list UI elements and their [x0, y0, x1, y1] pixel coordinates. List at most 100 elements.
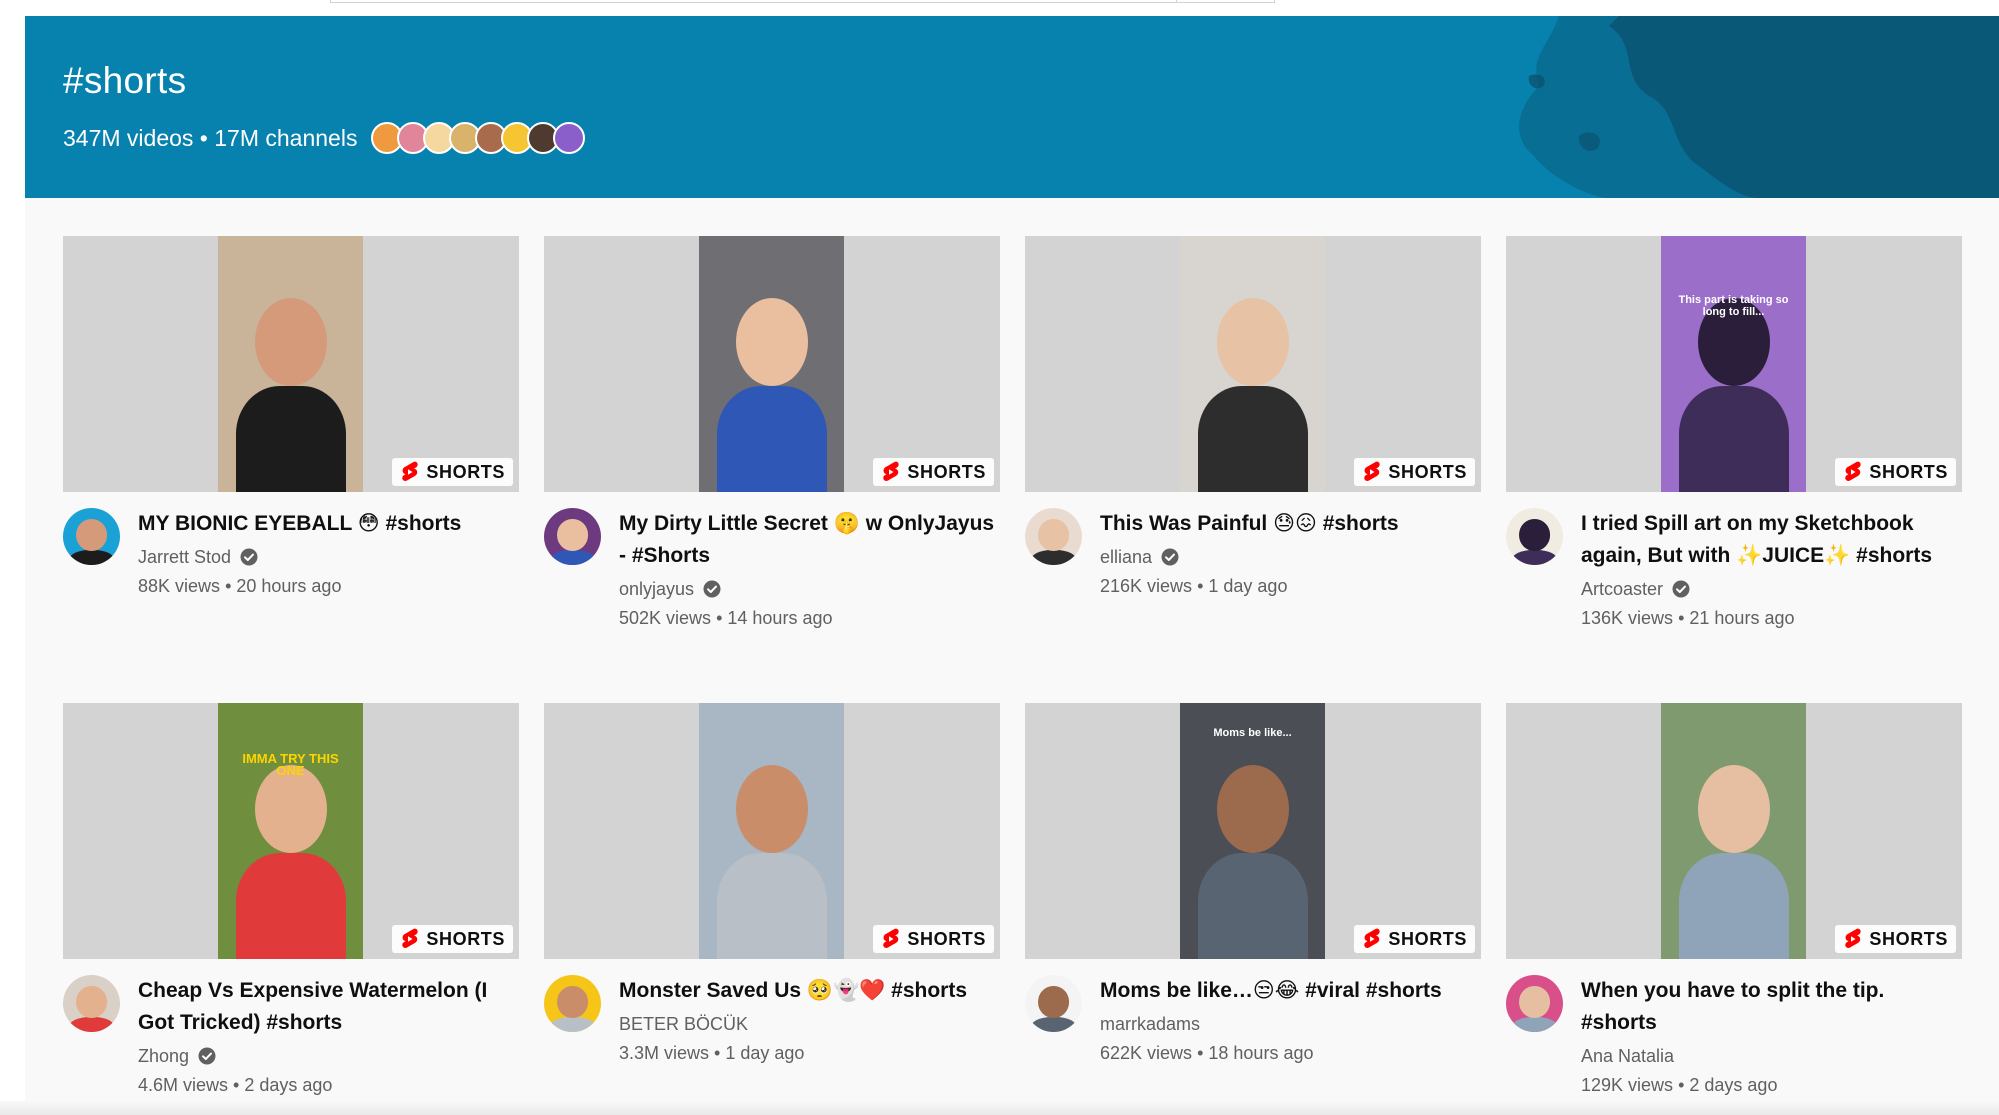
channel-name[interactable]: BETER BÖCÜK — [619, 1014, 748, 1035]
shorts-logo-icon — [883, 461, 900, 481]
thumbnail-figure-body — [235, 853, 346, 959]
channel-name[interactable]: Jarrett Stod — [138, 547, 231, 568]
thumbnail-figure-body — [1197, 386, 1308, 492]
view-count: 136K views — [1581, 608, 1674, 628]
channel-line: onlyjayus — [619, 574, 1000, 604]
stats-separator: • — [714, 1043, 726, 1063]
upload-age: 20 hours ago — [236, 576, 342, 596]
video-title[interactable]: I tried Spill art on my Sketchbook again… — [1581, 508, 1962, 572]
bug-cartoon-avatar[interactable] — [544, 975, 601, 1032]
short-video-card[interactable]: Moms be like... SHORTS Moms be like…😒😂 #… — [1025, 703, 1481, 1067]
channel-name[interactable]: onlyjayus — [619, 579, 694, 600]
shorts-badge: SHORTS — [1835, 458, 1956, 486]
short-video-card[interactable]: IMMA TRY THIS ONE SHORTS Cheap Vs Expens… — [63, 703, 519, 1099]
thumbnail-caption-text: Moms be like... — [1213, 727, 1292, 739]
shorts-badge-label: SHORTS — [1388, 928, 1467, 949]
view-count: 4.6M views — [138, 1075, 229, 1095]
video-thumbnail[interactable]: This part is taking so long to fill... S… — [1506, 236, 1962, 492]
video-title[interactable]: My Dirty Little Secret 🤫 w OnlyJayus - #… — [619, 508, 1000, 572]
shorts-badge: SHORTS — [392, 458, 513, 486]
man-standing-avatar[interactable] — [1025, 975, 1082, 1032]
cartoon-man-avatar[interactable] — [63, 508, 120, 565]
channel-name[interactable]: marrkadams — [1100, 1014, 1200, 1035]
search-button-divider — [1176, 0, 1177, 2]
short-video-card[interactable]: SHORTS MY BIONIC EYEBALL 😳 #shorts Jarre… — [63, 236, 519, 600]
thumbnail-frame: This part is taking so long to fill... — [1661, 236, 1806, 492]
video-meta: My Dirty Little Secret 🤫 w OnlyJayus - #… — [544, 492, 1000, 632]
avatar-face — [556, 986, 589, 1019]
stats-separator: • — [225, 576, 237, 596]
hashtag-title: #shorts — [63, 60, 187, 101]
shorts-badge-label: SHORTS — [426, 928, 505, 949]
shorts-logo-icon — [1364, 461, 1381, 481]
man-face-avatar[interactable] — [63, 975, 120, 1032]
video-thumbnail[interactable]: SHORTS — [1506, 703, 1962, 959]
video-title[interactable]: MY BIONIC EYEBALL 😳 #shorts — [138, 508, 519, 540]
short-video-card[interactable]: SHORTS This Was Painful 😓😖 #shorts ellia… — [1025, 236, 1481, 600]
thumbnail-figure-head — [254, 298, 327, 386]
video-stats: 4.6M views • 2 days ago — [138, 1071, 519, 1099]
video-title[interactable]: Moms be like…😒😂 #viral #shorts — [1100, 975, 1481, 1007]
video-title[interactable]: When you have to split the tip. #shorts — [1581, 975, 1962, 1039]
woman-face-avatar[interactable] — [1506, 975, 1563, 1032]
channel-line: Ana Natalia — [1581, 1041, 1962, 1071]
channel-avatar-mini — [553, 122, 586, 154]
avatar-body — [549, 1017, 596, 1032]
video-thumbnail[interactable]: IMMA TRY THIS ONE SHORTS — [63, 703, 519, 959]
short-video-card[interactable]: This part is taking so long to fill... S… — [1506, 236, 1962, 632]
blonde-woman-avatar[interactable] — [1025, 508, 1082, 565]
channel-line: elliana — [1100, 542, 1481, 572]
video-thumbnail[interactable]: SHORTS — [1025, 236, 1481, 492]
shorts-badge-label: SHORTS — [907, 461, 986, 482]
stats-separator: • — [1197, 1043, 1209, 1063]
thumbnail-figure-head — [1697, 765, 1770, 853]
channel-name[interactable]: Artcoaster — [1581, 579, 1663, 600]
cartoon-girl-avatar[interactable] — [544, 508, 601, 565]
stats-separator: • — [1678, 1075, 1690, 1095]
video-thumbnail[interactable]: SHORTS — [544, 236, 1000, 492]
channel-name[interactable]: elliana — [1100, 547, 1152, 568]
stats-separator: • — [233, 1075, 245, 1095]
stats-separator: • — [1678, 608, 1690, 628]
shorts-logo-icon — [883, 928, 900, 948]
video-thumbnail[interactable]: SHORTS — [63, 236, 519, 492]
video-text: When you have to split the tip. #shorts … — [1581, 975, 1962, 1099]
video-title[interactable]: This Was Painful 😓😖 #shorts — [1100, 508, 1481, 540]
shorts-logo-icon — [402, 928, 419, 948]
avatar-body — [1030, 550, 1077, 565]
video-meta: I tried Spill art on my Sketchbook again… — [1506, 492, 1962, 632]
avatar-face — [1518, 986, 1551, 1019]
thumbnail-frame — [218, 236, 363, 492]
thumbnail-figure-body — [1678, 386, 1789, 492]
channel-name[interactable]: Zhong — [138, 1046, 189, 1067]
short-video-card[interactable]: SHORTS Monster Saved Us 🥺👻❤️ #shorts BET… — [544, 703, 1000, 1067]
thumbnail-figure-body — [716, 386, 827, 492]
hashtag-stats: 347M videos • 17M channels — [63, 124, 358, 151]
short-video-card[interactable]: SHORTS My Dirty Little Secret 🤫 w OnlyJa… — [544, 236, 1000, 632]
video-text: MY BIONIC EYEBALL 😳 #shorts Jarrett Stod… — [138, 508, 519, 600]
thumbnail-figure-head — [1216, 765, 1289, 853]
thumbnail-figure-head — [735, 765, 808, 853]
avatar-body — [1030, 1017, 1077, 1032]
thumbnail-caption-text: This part is taking so long to fill... — [1678, 294, 1789, 318]
video-text: My Dirty Little Secret 🤫 w OnlyJayus - #… — [619, 508, 1000, 632]
video-thumbnail[interactable]: SHORTS — [544, 703, 1000, 959]
stats-separator: • — [716, 608, 728, 628]
thumbnail-figure-body — [1197, 853, 1308, 959]
view-count: 3.3M views — [619, 1043, 710, 1063]
channel-line: Jarrett Stod — [138, 542, 519, 572]
video-stats: 622K views • 18 hours ago — [1100, 1039, 1481, 1067]
video-title[interactable]: Monster Saved Us 🥺👻❤️ #shorts — [619, 975, 1000, 1007]
video-title[interactable]: Cheap Vs Expensive Watermelon (I Got Tri… — [138, 975, 519, 1039]
view-count: 502K views — [619, 608, 712, 628]
search-box-edge[interactable] — [330, 0, 1275, 3]
short-video-card[interactable]: SHORTS When you have to split the tip. #… — [1506, 703, 1962, 1099]
pineapple-avatar[interactable] — [1506, 508, 1563, 565]
channel-name[interactable]: Ana Natalia — [1581, 1046, 1674, 1067]
video-stats: 3.3M views • 1 day ago — [619, 1039, 1000, 1067]
avatar-face — [1037, 519, 1070, 552]
video-thumbnail[interactable]: Moms be like... SHORTS — [1025, 703, 1481, 959]
video-text: Monster Saved Us 🥺👻❤️ #shorts BETER BÖCÜ… — [619, 975, 1000, 1067]
avatar-face — [1037, 986, 1070, 1019]
shorts-logo-icon — [402, 461, 419, 481]
